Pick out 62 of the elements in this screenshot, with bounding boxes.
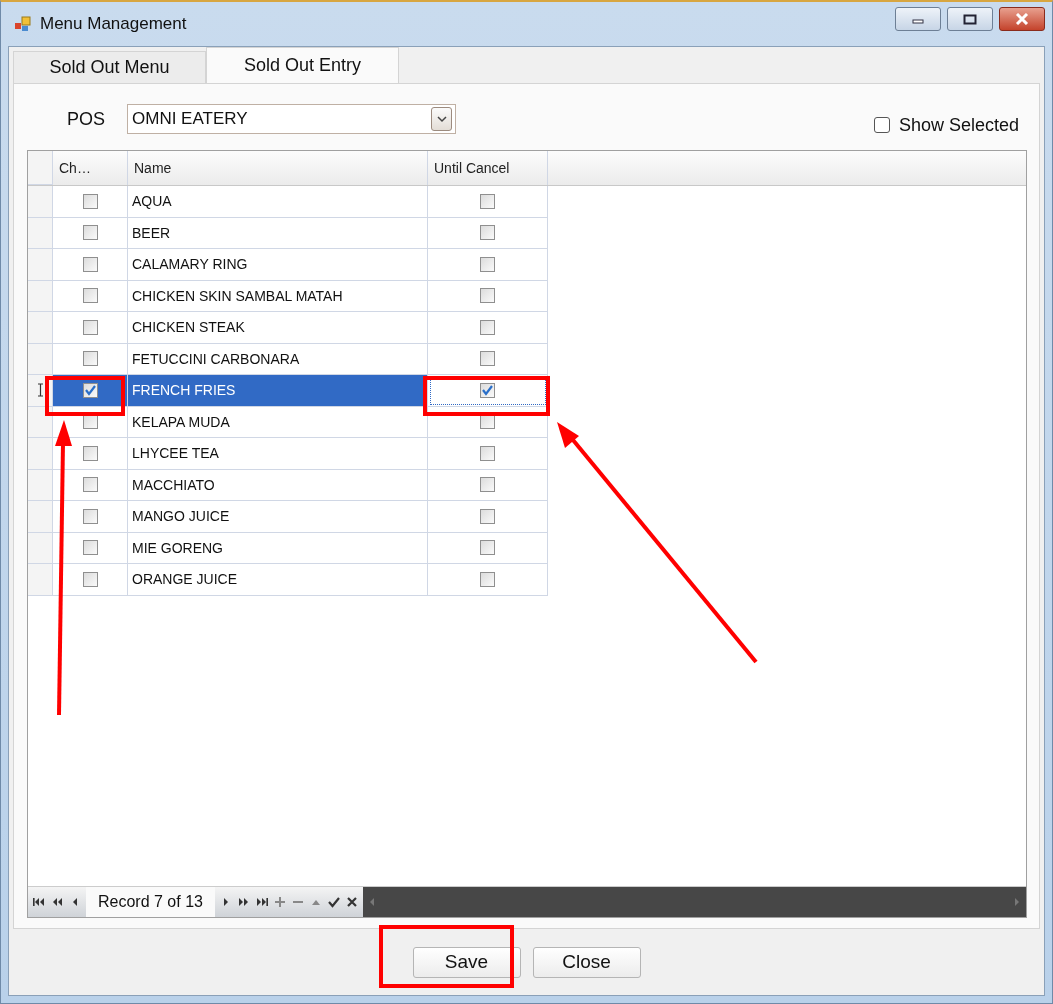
tab[interactable]: Sold Out Menu <box>13 51 206 83</box>
checkbox[interactable] <box>480 540 495 556</box>
checkbox[interactable] <box>82 382 98 398</box>
pos-dropdown[interactable]: OMNI EATERY <box>127 104 456 134</box>
close-button[interactable] <box>999 7 1045 31</box>
check-icon[interactable] <box>325 895 342 909</box>
checkbox-label[interactable]: Show Selected <box>898 114 1019 136</box>
checkbox[interactable] <box>82 193 98 209</box>
checkbox[interactable] <box>82 256 98 272</box>
action-button[interactable]: Save <box>412 946 521 978</box>
table-cell: MIE GORENG <box>128 532 428 564</box>
close-icon <box>1015 13 1029 25</box>
table-cell: FRENCH FRIES <box>128 375 428 407</box>
column-header[interactable]: Ch… <box>53 151 128 185</box>
checkbox[interactable] <box>480 508 495 524</box>
table-cell: MACCHIATO <box>128 469 428 501</box>
table-cell: AQUA <box>128 186 428 218</box>
checkbox[interactable] <box>480 445 495 461</box>
checkbox[interactable] <box>480 319 495 335</box>
window-title: Menu Management <box>40 14 188 34</box>
table-cell: LHYCEE TEA <box>128 438 428 470</box>
checkbox[interactable] <box>480 256 495 272</box>
checkbox[interactable] <box>873 117 890 133</box>
table-cell: CHICKEN SKIN SAMBAL MATAH <box>128 280 428 312</box>
table-cell: MANGO JUICE <box>128 501 428 533</box>
checkbox[interactable] <box>82 351 98 367</box>
horizontal-scrollbar[interactable] <box>362 887 1026 917</box>
text-cursor-icon <box>36 383 44 398</box>
maximize-icon <box>963 13 977 25</box>
field-label: POS <box>67 108 106 130</box>
checkbox[interactable] <box>82 571 98 587</box>
action-button[interactable]: Close <box>532 946 641 978</box>
checkbox[interactable] <box>82 288 98 304</box>
checkbox[interactable] <box>480 193 495 209</box>
checkbox[interactable] <box>82 445 98 461</box>
maximize-button[interactable] <box>947 7 993 31</box>
column-header[interactable]: Name <box>128 151 428 185</box>
table-cell: KELAPA MUDA <box>128 406 428 438</box>
app-icon <box>14 16 32 32</box>
table-cell: CHICKEN STEAK <box>128 312 428 344</box>
checkbox[interactable] <box>480 477 495 493</box>
table-cell: CALAMARY RING <box>128 249 428 281</box>
scroll-right-icon[interactable] <box>1014 897 1020 907</box>
checkbox[interactable] <box>82 319 98 335</box>
checkbox[interactable] <box>82 477 98 493</box>
table-cell: BEER <box>128 217 428 249</box>
checkbox[interactable] <box>480 382 495 398</box>
checkbox[interactable] <box>480 225 495 241</box>
chevron-down-icon <box>436 115 447 123</box>
scroll-left-icon[interactable] <box>368 897 375 907</box>
checkbox[interactable] <box>82 508 98 524</box>
checkbox[interactable] <box>480 571 495 587</box>
minimize-button[interactable] <box>895 7 941 31</box>
checkbox[interactable] <box>480 288 495 304</box>
checkbox[interactable] <box>82 540 98 556</box>
record-counter: Record 7 of 13 <box>86 887 215 917</box>
tab[interactable]: Sold Out Entry <box>206 47 399 83</box>
checkbox[interactable] <box>480 351 495 367</box>
column-header[interactable]: Until Cancel <box>428 151 548 185</box>
checkbox[interactable] <box>82 225 98 241</box>
first-record-icon[interactable] <box>31 895 47 909</box>
table-cell: ORANGE JUICE <box>128 564 428 596</box>
